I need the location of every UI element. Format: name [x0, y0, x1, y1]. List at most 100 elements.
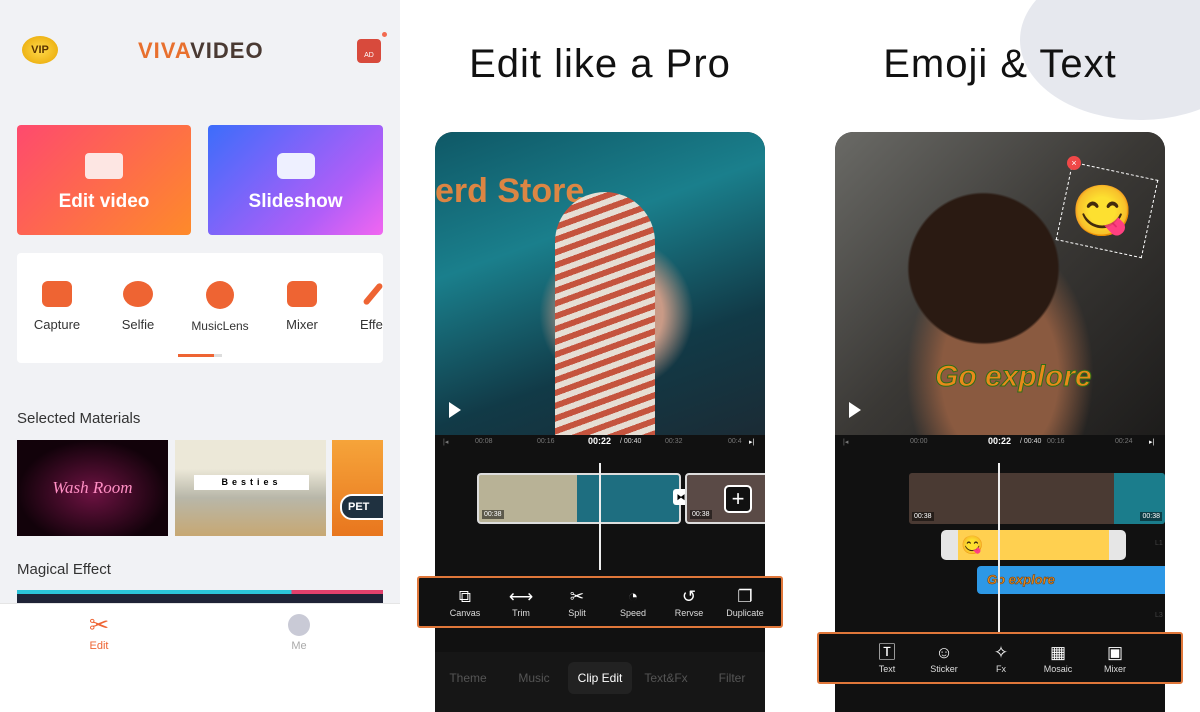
- speed-icon: ◔: [627, 587, 639, 606]
- sticker-track[interactable]: 😋: [941, 530, 1126, 560]
- label: 00:00: [910, 438, 928, 445]
- material-thumbnail[interactable]: Besties: [175, 440, 326, 536]
- text-button[interactable]: 🅃 Text: [859, 642, 915, 674]
- current-time: 00:22: [988, 436, 1012, 446]
- nav-label: Me: [291, 640, 307, 652]
- vip-badge[interactable]: VIP: [22, 36, 58, 64]
- nav-edit[interactable]: ✂ Edit: [59, 612, 139, 652]
- track-label: L3: [1155, 612, 1163, 619]
- label: Rervse: [674, 608, 704, 618]
- edit-video-button[interactable]: Edit video: [17, 125, 191, 235]
- user-icon: [288, 614, 310, 636]
- sticker-button[interactable]: ☺ Sticker: [916, 642, 972, 674]
- tool-label: Selfie: [121, 317, 155, 332]
- carousel-indicator: [178, 354, 214, 357]
- track-label: L1: [1155, 540, 1163, 547]
- label: Speed: [619, 608, 647, 618]
- label: 00:32: [665, 438, 683, 445]
- app-logo: VIVAVIDEO: [138, 38, 264, 63]
- label: Canvas: [449, 608, 481, 618]
- tool-mixer[interactable]: Mixer: [262, 281, 342, 332]
- notification-dot: [382, 32, 387, 37]
- label: 00:08: [475, 438, 493, 445]
- speed-button[interactable]: ◔ Speed: [605, 586, 661, 618]
- nav-me[interactable]: Me: [259, 612, 339, 652]
- split-button[interactable]: ✂ Split: [549, 586, 605, 618]
- ad-icon[interactable]: AD: [357, 39, 381, 63]
- play-icon[interactable]: [849, 402, 861, 418]
- delete-sticker-icon[interactable]: ×: [1067, 156, 1081, 170]
- canvas-button[interactable]: ⧉ Canvas: [437, 586, 493, 618]
- camera-icon: [42, 281, 72, 307]
- material-thumbnail[interactable]: Wash Room: [17, 440, 168, 536]
- mosaic-icon: ▦: [1049, 643, 1067, 662]
- thumbnail-text: PET: [340, 494, 383, 520]
- duplicate-button[interactable]: ❐ Duplicate: [717, 586, 773, 618]
- video-preview: 😋 × Go explore: [835, 132, 1165, 435]
- emoji-sticker[interactable]: 😋: [1071, 182, 1133, 241]
- trim-icon: ⟷: [508, 587, 534, 606]
- mosaic-button[interactable]: ▦ Mosaic: [1030, 642, 1086, 674]
- reverse-button[interactable]: ↺ Rervse: [661, 586, 717, 618]
- label: 00:16: [1047, 438, 1065, 445]
- scissors-icon: ✂: [569, 587, 585, 606]
- label: 00:24: [1115, 438, 1133, 445]
- clip-edit-toolbar: ⧉ Canvas ⟷ Trim ✂ Split ◔ Speed ↺ Rervse ❐ Dup…: [417, 576, 783, 628]
- playhead[interactable]: [599, 463, 601, 570]
- reverse-icon: ↺: [681, 587, 697, 606]
- label: Sticker: [930, 664, 958, 674]
- video-clip[interactable]: 00:38: [477, 473, 681, 524]
- video-preview: erd Store.: [435, 132, 765, 435]
- canvas-icon: ⧉: [458, 587, 472, 606]
- emoji-title: Emoji & Text: [883, 42, 1117, 86]
- video-clip[interactable]: 00:38 00:38: [909, 473, 1165, 524]
- tool-label: Effe: [360, 317, 383, 332]
- clip-duration: 00:38: [1140, 512, 1162, 521]
- fx-button[interactable]: ✧ Fx: [973, 642, 1029, 674]
- tool-capture[interactable]: Capture: [17, 281, 97, 332]
- tool-selfie[interactable]: Selfie: [98, 281, 178, 332]
- label: Duplicate: [726, 608, 764, 618]
- tool-musiclens[interactable]: MusicLens: [180, 281, 260, 333]
- tool-label: MusicLens: [191, 319, 249, 333]
- tool-label: Capture: [33, 317, 81, 332]
- timeline-ruler: |◂ 00:00 00:22/ 00:40 00:16 00:24 ▸|: [843, 436, 1155, 446]
- label: Mosaic: [1043, 664, 1073, 674]
- label: Text: [878, 664, 896, 674]
- emoji-phone: 😋 × Go explore |◂ 00:00 00:22/ 00:40 00:1…: [835, 132, 1165, 712]
- thumbnail-text: Besties: [194, 475, 309, 490]
- editor-tabs: Theme Music Clip Edit Text&Fx Filter: [435, 652, 765, 712]
- overlay-text[interactable]: Go explore: [935, 360, 1093, 394]
- tab-theme[interactable]: Theme: [436, 662, 500, 694]
- tool-effect[interactable]: Effe: [343, 281, 383, 332]
- tab-clip-edit[interactable]: Clip Edit: [568, 662, 632, 694]
- material-thumbnail[interactable]: PET: [332, 440, 383, 536]
- label: Trim: [512, 608, 530, 618]
- add-clip-button[interactable]: +: [724, 485, 752, 513]
- track-sticker: 😋: [961, 535, 984, 555]
- slideshow-icon: [276, 153, 315, 179]
- musiclens-icon: [206, 281, 234, 309]
- playhead[interactable]: [998, 463, 1000, 633]
- text-track[interactable]: Go explore: [977, 566, 1165, 594]
- sparkle-icon: ✧: [993, 643, 1009, 662]
- slideshow-button[interactable]: Slideshow: [208, 125, 383, 235]
- editor-title: Edit like a Pro: [469, 42, 731, 86]
- tab-text-fx[interactable]: Text&Fx: [634, 662, 698, 694]
- tab-filter[interactable]: Filter: [700, 662, 764, 694]
- film-icon: [85, 153, 123, 179]
- selected-materials-heading: Selected Materials: [17, 410, 141, 427]
- sticker-icon: ☺: [935, 643, 953, 662]
- clip-duration: 00:38: [482, 510, 504, 519]
- magical-effect-banner[interactable]: [17, 590, 383, 604]
- mixer-icon: [287, 281, 317, 307]
- bottom-nav: ✂ Edit Me: [0, 603, 400, 712]
- trim-button[interactable]: ⟷ Trim: [493, 586, 549, 618]
- tab-music[interactable]: Music: [502, 662, 566, 694]
- label: Fx: [996, 664, 1006, 674]
- play-icon[interactable]: [449, 402, 461, 418]
- mixer-button[interactable]: ▣ Mixer: [1087, 642, 1143, 674]
- nav-label: Edit: [89, 640, 109, 652]
- timeline-ruler: |◂ 00:08 00:16 00:22/ 00:40 00:32 00:4 ▸|: [443, 436, 755, 446]
- tool-label: Mixer: [286, 317, 318, 332]
